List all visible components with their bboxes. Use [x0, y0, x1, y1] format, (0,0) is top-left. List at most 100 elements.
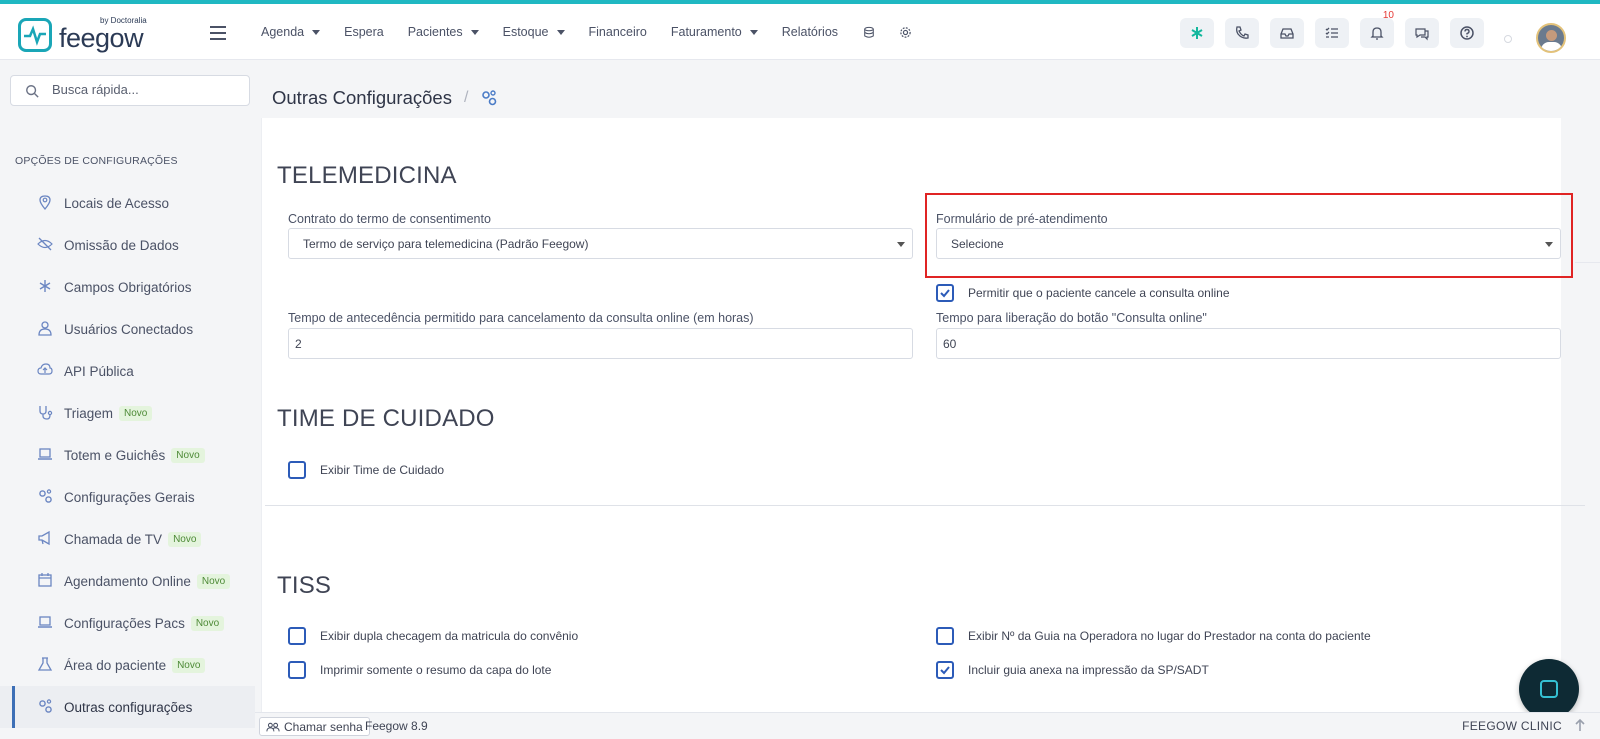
- novo-badge: Novo: [172, 657, 206, 673]
- phone-button[interactable]: [1225, 18, 1259, 48]
- calendar-icon: [38, 573, 52, 587]
- caret-down-icon: [749, 29, 758, 35]
- checkbox-box[interactable]: [288, 461, 306, 479]
- chamar-senha-button[interactable]: Chamar senha: [259, 717, 370, 736]
- highlight-box: [925, 193, 1573, 278]
- tempo-liberacao-label: Tempo para liberação do botão "Consulta …: [936, 311, 1207, 325]
- page-title: Outras Configurações: [272, 87, 452, 108]
- chat-button[interactable]: [1405, 18, 1439, 48]
- checkbox-box[interactable]: [936, 627, 954, 645]
- quick-search[interactable]: [10, 75, 250, 106]
- settings-gear-icon[interactable]: [898, 25, 912, 39]
- header-action-buttons: 10: [1180, 10, 1495, 48]
- checkbox-box[interactable]: [288, 661, 306, 679]
- breadcrumb: Outras Configurações /: [272, 87, 498, 109]
- chat-widget-icon: [1540, 680, 1558, 698]
- top-navigation-bar: by Doctoralia feegow Agenda Espera Pacient…: [0, 4, 1600, 60]
- sidebar-item-campos-obrigatorios[interactable]: Campos Obrigatórios: [0, 266, 255, 308]
- sidebar-item-label: Omissão de Dados: [64, 237, 179, 253]
- contrato-termo-value: Termo de serviço para telemedicina (Padr…: [303, 237, 589, 251]
- support-chat-button[interactable]: [1519, 659, 1579, 719]
- sidebar-item-triagem[interactable]: Triagem Novo: [0, 392, 255, 434]
- nav-item-faturamento[interactable]: Faturamento: [671, 25, 758, 39]
- sidebar-item-chamada-de-tv[interactable]: Chamada de TV Novo: [0, 518, 255, 560]
- permitir-cancelar-checkbox[interactable]: Permitir que o paciente cancele a consul…: [936, 284, 1230, 302]
- main-menu: Agenda Espera Pacientes Estoque Financeiro Fa…: [261, 4, 934, 60]
- menu-toggle-icon[interactable]: [210, 26, 226, 40]
- nav-item-pacientes[interactable]: Pacientes: [408, 25, 479, 39]
- sidebar-item-configuracoes-gerais[interactable]: Configurações Gerais: [0, 476, 255, 518]
- checkbox-box[interactable]: [936, 284, 954, 302]
- notifications-button[interactable]: 10: [1360, 10, 1394, 48]
- bell-icon: [1370, 27, 1384, 40]
- sidebar-item-label: Configurações Pacs: [64, 615, 185, 631]
- checkbox-box[interactable]: [288, 627, 306, 645]
- sidebar-item-agendamento-online[interactable]: Agendamento Online Novo: [0, 560, 255, 602]
- nav-item-espera[interactable]: Espera: [344, 25, 384, 39]
- notification-count: 10: [1382, 10, 1394, 21]
- nav-item-label: Faturamento: [670, 25, 742, 39]
- tiss-option-label: Imprimir somente o resumo da capa do lot…: [320, 663, 552, 677]
- tiss-option-label: Exibir Nº da Guia na Operadora no lugar …: [968, 629, 1371, 643]
- scroll-top-arrow-icon[interactable]: [1574, 718, 1586, 732]
- nav-item-estoque[interactable]: Estoque: [503, 25, 565, 39]
- checklist-button[interactable]: [1315, 18, 1349, 48]
- caret-down-icon: [556, 29, 565, 35]
- sidebar-item-label: API Pública: [64, 363, 134, 379]
- tempo-antecedencia-label: Tempo de antecedência permitido para can…: [288, 311, 754, 325]
- sidebar-item-label: Totem e Guichês: [64, 447, 166, 463]
- sidebar-item-label: Configurações Gerais: [64, 489, 195, 505]
- footer-bar: Chamar senha Feegow 8.9 FEEGOW CLINIC: [255, 712, 1600, 739]
- sidebar-item-area-do-paciente[interactable]: Área do paciente Novo: [0, 644, 255, 686]
- logo-mark-icon: [18, 18, 52, 52]
- novo-badge: Novo: [168, 531, 202, 547]
- database-icon[interactable]: [862, 25, 876, 39]
- tiss-left-checkbox-0[interactable]: Exibir dupla checagem da matricula do co…: [288, 627, 578, 645]
- novo-badge: Novo: [171, 447, 205, 463]
- checkbox-box[interactable]: [936, 661, 954, 679]
- laptop-icon: [38, 616, 52, 628]
- clinic-name: FEEGOW CLINIC: [1462, 719, 1562, 733]
- permitir-cancelar-label: Permitir que o paciente cancele a consul…: [968, 286, 1230, 300]
- nav-item-label: Espera: [344, 25, 384, 39]
- help-button[interactable]: [1450, 18, 1484, 48]
- gears-icon: [482, 90, 497, 106]
- tempo-antecedencia-input[interactable]: [288, 328, 913, 359]
- exibir-time-cuidado-label: Exibir Time de Cuidado: [320, 463, 445, 477]
- nav-item-relatorios[interactable]: Relatórios: [782, 25, 838, 39]
- sidebar-item-outras-configuracoes[interactable]: Outras configurações: [0, 686, 255, 728]
- sidebar-item-label: Agendamento Online: [64, 573, 191, 589]
- gears-icon: [39, 489, 52, 503]
- location-icon: [39, 195, 51, 210]
- feegow-logo[interactable]: by Doctoralia feegow: [18, 16, 158, 56]
- sidebar-item-configuracoes-pacs[interactable]: Configurações Pacs Novo: [0, 602, 255, 644]
- megaphone-icon: [38, 530, 50, 546]
- quick-search-input[interactable]: [52, 82, 232, 97]
- sidebar-item-usuarios-conectados[interactable]: Usuários Conectados: [0, 308, 255, 350]
- asterisk-icon: [39, 280, 51, 292]
- section-title-tiss: TISS: [277, 572, 332, 599]
- exibir-time-cuidado-checkbox[interactable]: Exibir Time de Cuidado: [288, 461, 444, 479]
- sidebar-item-label: Locais de Acesso: [64, 195, 170, 211]
- sidebar-item-label: Campos Obrigatórios: [64, 279, 192, 295]
- help-icon: [1460, 26, 1474, 40]
- inbox-button[interactable]: [1270, 18, 1304, 48]
- nav-item-financeiro[interactable]: Financeiro: [589, 25, 647, 39]
- user-avatar[interactable]: [1536, 23, 1566, 53]
- breadcrumb-separator: /: [463, 89, 469, 106]
- tiss-right-checkbox-1[interactable]: Incluir guia anexa na impressão da SP/SA…: [936, 661, 1209, 679]
- gears-icon: [39, 699, 52, 713]
- sidebar-item-locais-de-acesso[interactable]: Locais de Acesso: [0, 182, 255, 224]
- sidebar-item-totem-e-guiches[interactable]: Totem e Guichês Novo: [0, 434, 255, 476]
- sidebar-item-label: Triagem: [64, 405, 114, 421]
- sidebar-item-omissao-de-dados[interactable]: Omissão de Dados: [0, 224, 255, 266]
- tiss-left-checkbox-1[interactable]: Imprimir somente o resumo da capa do lot…: [288, 661, 551, 679]
- asterisk-button[interactable]: [1180, 18, 1214, 48]
- tiss-right-checkbox-0[interactable]: Exibir Nº da Guia na Operadora no lugar …: [936, 627, 1371, 645]
- contrato-termo-select[interactable]: Termo de serviço para telemedicina (Padr…: [288, 228, 913, 259]
- tempo-liberacao-input[interactable]: [936, 328, 1561, 359]
- user-icon: [38, 321, 52, 336]
- logo-wordmark: feegow: [59, 23, 144, 53]
- sidebar-item-api-publica[interactable]: API Pública: [0, 350, 255, 392]
- nav-item-agenda[interactable]: Agenda: [261, 25, 321, 39]
